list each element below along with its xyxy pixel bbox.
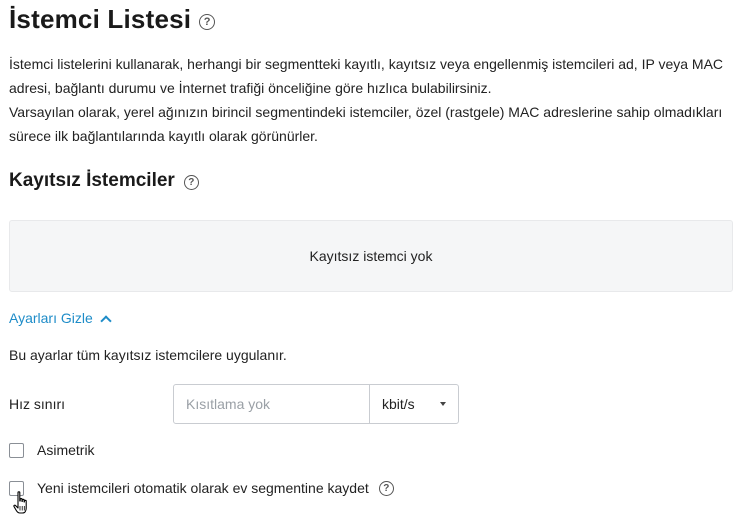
speed-limit-label: Hız sınırı — [9, 396, 66, 412]
section-title-text: Kayıtsız İstemciler — [9, 170, 175, 191]
help-icon[interactable]: ? — [199, 13, 216, 30]
page-title-text: İstemci Listesi — [9, 4, 192, 34]
page-description: İstemci listelerini kullanarak, herhangi… — [9, 52, 734, 148]
description-paragraph-1: İstemci listelerini kullanarak, herhangi… — [9, 56, 724, 96]
page-title: İstemci Listesi ? — [9, 4, 216, 35]
speed-limit-control: kbit/s — [173, 384, 459, 424]
description-paragraph-2: Varsayılan olarak, yerel ağınızın birinc… — [9, 104, 723, 144]
chevron-up-icon — [100, 314, 112, 327]
asymmetric-option: Asimetrik — [9, 442, 95, 458]
hide-settings-label: Ayarları Gizle — [9, 310, 93, 326]
asymmetric-label[interactable]: Asimetrik — [37, 442, 95, 458]
speed-unit-select[interactable]: kbit/s — [370, 385, 458, 423]
hand-pointer-icon — [13, 491, 27, 514]
asymmetric-checkbox[interactable] — [9, 442, 24, 458]
help-icon[interactable]: ? — [183, 174, 199, 190]
unregistered-clients-empty-state: Kayıtsız istemci yok — [9, 220, 733, 292]
hide-settings-link[interactable]: Ayarları Gizle — [9, 310, 112, 327]
speed-limit-input[interactable] — [174, 385, 370, 423]
settings-note: Bu ayarlar tüm kayıtsız istemcilere uygu… — [9, 347, 287, 363]
caret-down-icon — [440, 402, 446, 406]
help-icon[interactable]: ? — [378, 480, 394, 496]
auto-save-label[interactable]: Yeni istemcileri otomatik olarak ev segm… — [37, 480, 369, 496]
empty-state-text: Kayıtsız istemci yok — [309, 248, 433, 264]
speed-unit-value: kbit/s — [382, 396, 415, 412]
section-title-unregistered: Kayıtsız İstemciler ? — [9, 170, 199, 192]
auto-save-option: Yeni istemcileri otomatik olarak ev segm… — [9, 480, 394, 496]
